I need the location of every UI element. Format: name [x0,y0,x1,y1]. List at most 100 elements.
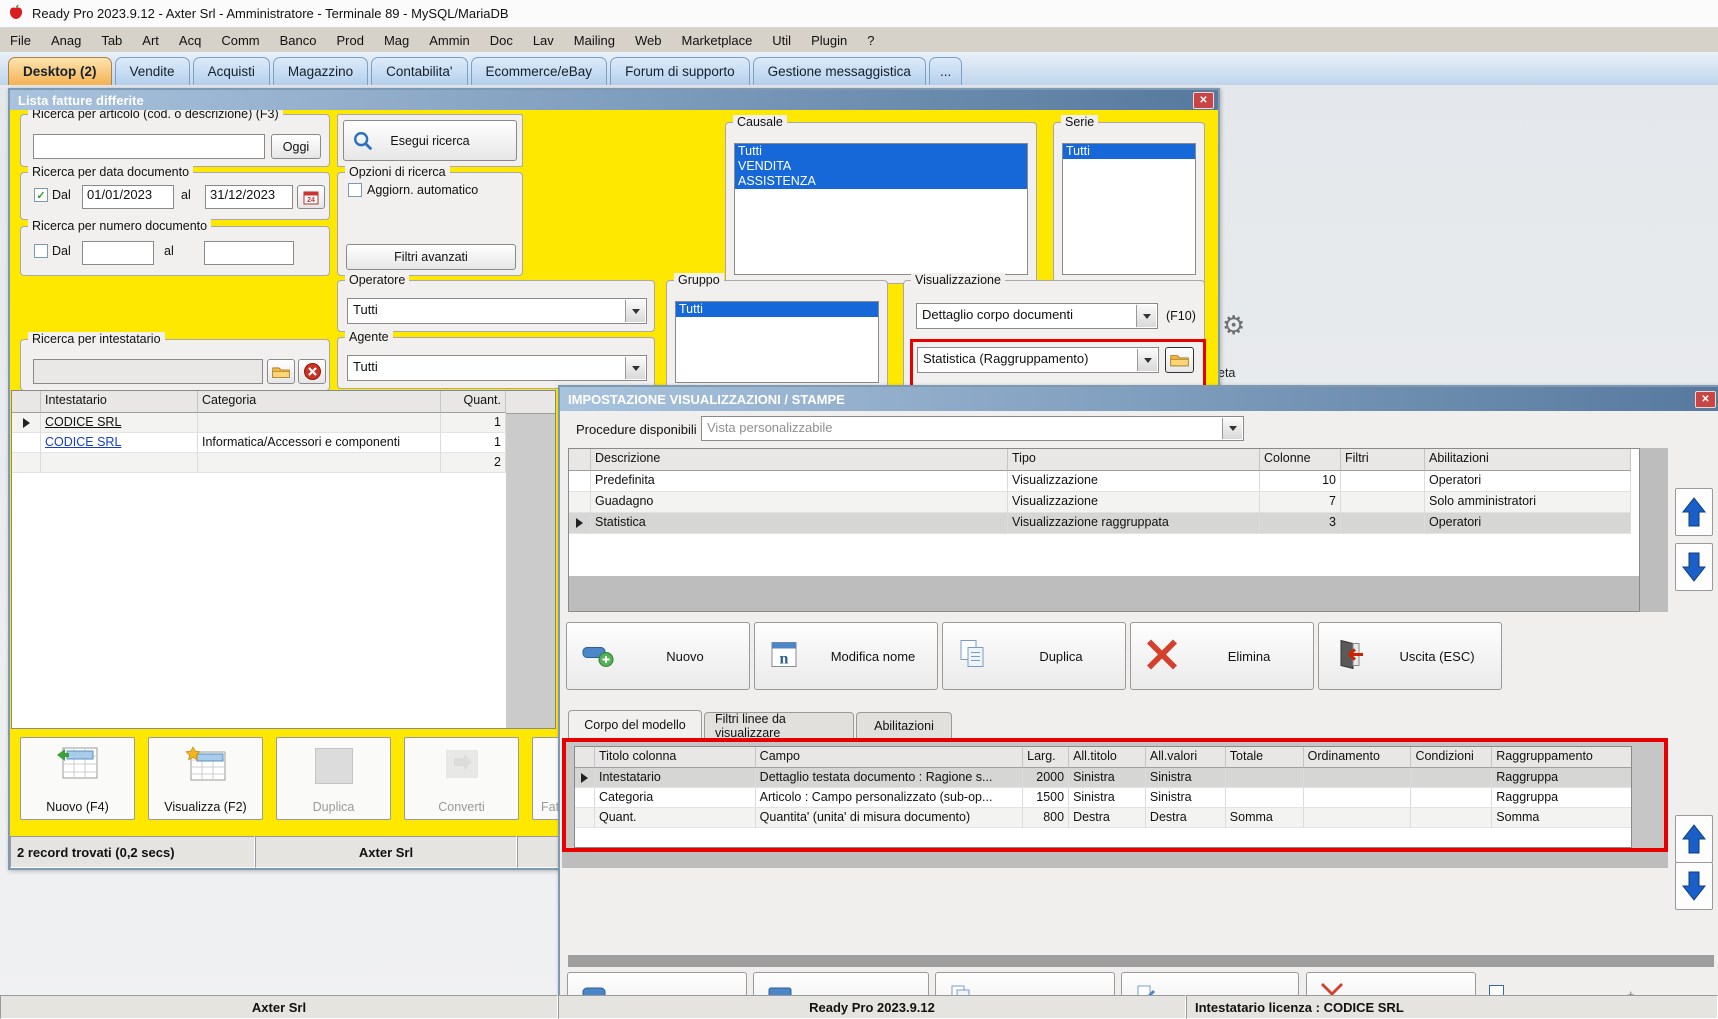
menu-tab[interactable]: Tab [91,33,132,48]
table-row[interactable]: Statistica Visualizzazione raggruppata 3… [569,513,1639,534]
menu-help[interactable]: ? [857,33,884,48]
tab-ecommerce[interactable]: Ecommerce/eBay [470,57,608,85]
tab-messaggistica[interactable]: Gestione messaggistica [752,57,926,85]
menu-marketplace[interactable]: Marketplace [671,33,762,48]
table-row[interactable]: Quant. Quantita' (unita' di misura docum… [575,808,1631,828]
causale-listbox[interactable]: Tutti VENDITA ASSISTENZA [734,143,1028,275]
menu-acq[interactable]: Acq [169,33,211,48]
menu-comm[interactable]: Comm [211,33,269,48]
model-col-raggruppamento[interactable]: Raggruppamento [1492,747,1631,768]
statistica-dropdown-icon[interactable] [1137,349,1157,371]
menu-mag[interactable]: Mag [374,33,419,48]
views-col-descrizione[interactable]: Descrizione [591,449,1008,471]
menu-web[interactable]: Web [625,33,672,48]
tab-filtri-linee[interactable]: Filtri linee da visualizzare [704,712,854,740]
menu-doc[interactable]: Doc [480,33,523,48]
serie-item[interactable]: Tutti [1063,144,1195,159]
model-col-larg[interactable]: Larg. [1023,747,1070,768]
list-window-titlebar[interactable]: Lista fatture differite ✕ [10,90,1218,110]
model-col-totale[interactable]: Totale [1225,747,1304,768]
tab-forum[interactable]: Forum di supporto [610,57,750,85]
menu-prod[interactable]: Prod [326,33,373,48]
views-col-abilitazioni[interactable]: Abilitazioni [1425,449,1631,471]
auto-update-checkbox[interactable]: ✓ [348,183,362,197]
date-to-input[interactable]: 31/12/2023 [205,185,293,209]
statistica-combobox[interactable]: Statistica (Raggruppamento) [917,347,1159,373]
menu-ammin[interactable]: Ammin [419,33,479,48]
holder-clear-button[interactable] [298,359,326,384]
move-up-button[interactable] [1675,488,1713,536]
view-detail-dropdown-icon[interactable] [1136,305,1156,327]
gear-icon[interactable]: ⚙ [1222,310,1245,341]
tab-overflow[interactable]: ... [928,57,963,85]
number-dal-checkbox[interactable]: ✓ [34,244,48,258]
cell-intestatario[interactable]: CODICE SRL [41,413,198,433]
view-detail-combobox[interactable]: Dettaglio corpo documenti [916,303,1158,329]
table-row[interactable]: Guadagno Visualizzazione 7 Solo amminist… [569,492,1639,513]
menu-art[interactable]: Art [132,33,169,48]
gruppo-item[interactable]: Tutti [676,302,878,317]
table-row[interactable]: 2 [12,453,555,473]
table-row[interactable]: Categoria Articolo : Campo personalizzat… [575,788,1631,808]
statistica-folder-button[interactable] [1165,347,1194,373]
tab-magazzino[interactable]: Magazzino [272,57,369,85]
table-row[interactable]: CODICE SRL Informatica/Accessori e compo… [12,433,555,453]
execute-search-button[interactable]: Esegui ricerca [343,120,517,161]
modifica-nome-button[interactable]: n Modifica nome [754,622,938,690]
table-row[interactable]: CODICE SRL 1 [12,413,555,433]
results-col-intestatario[interactable]: Intestatario [41,391,198,413]
model-move-up-button[interactable] [1675,815,1713,863]
views-col-filtri[interactable]: Filtri [1341,449,1425,471]
gruppo-listbox[interactable]: Tutti [675,301,879,383]
views-col-tipo[interactable]: Tipo [1008,449,1260,471]
list-window-close-icon[interactable]: ✕ [1193,92,1214,109]
results-col-categoria[interactable]: Categoria [198,391,441,413]
menu-banco[interactable]: Banco [270,33,327,48]
calendar-button[interactable]: 24 [297,185,325,209]
holder-folder-button[interactable] [267,359,295,384]
dialog-close-icon[interactable]: ✕ [1695,391,1716,408]
procedures-dropdown-icon[interactable] [1222,418,1242,439]
agent-dropdown-icon[interactable] [625,357,645,379]
serie-listbox[interactable]: Tutti [1062,143,1196,275]
model-col-campo[interactable]: Campo [755,747,1024,768]
menu-util[interactable]: Util [762,33,801,48]
number-to-input[interactable] [204,241,294,265]
model-col-allvalori[interactable]: All.valori [1145,747,1226,768]
elimina-button[interactable]: Elimina [1130,622,1314,690]
view-document-button[interactable]: Visualizza (F2) [148,737,263,820]
model-col-ordinamento[interactable]: Ordinamento [1303,747,1412,768]
menu-plugin[interactable]: Plugin [801,33,857,48]
date-dal-checkbox[interactable]: ✓ [34,188,48,202]
results-col-quant[interactable]: Quant. [441,391,506,413]
causale-item[interactable]: VENDITA [735,159,1027,174]
new-document-button[interactable]: Nuovo (F4) [20,737,135,820]
tab-vendite[interactable]: Vendite [114,57,190,85]
dialog-titlebar[interactable]: IMPOSTAZIONE VISUALIZZAZIONI / STAMPE ✕ [560,387,1718,411]
model-col-titolo[interactable]: Titolo colonna [594,747,756,768]
tab-contabilita[interactable]: Contabilita' [371,57,468,85]
advanced-filters-button[interactable]: Filtri avanzati [346,244,516,270]
table-row[interactable]: Predefinita Visualizzazione 10 Operatori [569,471,1639,492]
tab-acquisti[interactable]: Acquisti [192,57,270,85]
tab-abilitazioni[interactable]: Abilitazioni [856,712,952,738]
oggi-button[interactable]: Oggi [271,134,321,159]
tab-desktop[interactable]: Desktop (2) [8,57,112,85]
number-from-input[interactable] [82,241,154,265]
procedures-combobox[interactable]: Vista personalizzabile [701,416,1244,441]
agent-combobox[interactable]: Tutti [347,355,647,381]
move-down-button[interactable] [1675,543,1713,591]
uscita-button[interactable]: Uscita (ESC) [1318,622,1502,690]
menu-anag[interactable]: Anag [41,33,91,48]
holder-search-input[interactable] [33,359,263,384]
tab-corpo-del-modello[interactable]: Corpo del modello [568,710,702,738]
model-move-down-button[interactable] [1675,862,1713,910]
convert-document-button[interactable]: Converti [404,737,519,820]
cell-intestatario-link[interactable]: CODICE SRL [41,433,198,453]
menu-lav[interactable]: Lav [523,33,564,48]
menu-file[interactable]: File [0,33,41,48]
views-col-colonne[interactable]: Colonne [1260,449,1341,471]
date-from-input[interactable]: 01/01/2023 [82,185,174,209]
operator-combobox[interactable]: Tutti [347,298,647,324]
causale-item[interactable]: ASSISTENZA [735,174,1027,189]
